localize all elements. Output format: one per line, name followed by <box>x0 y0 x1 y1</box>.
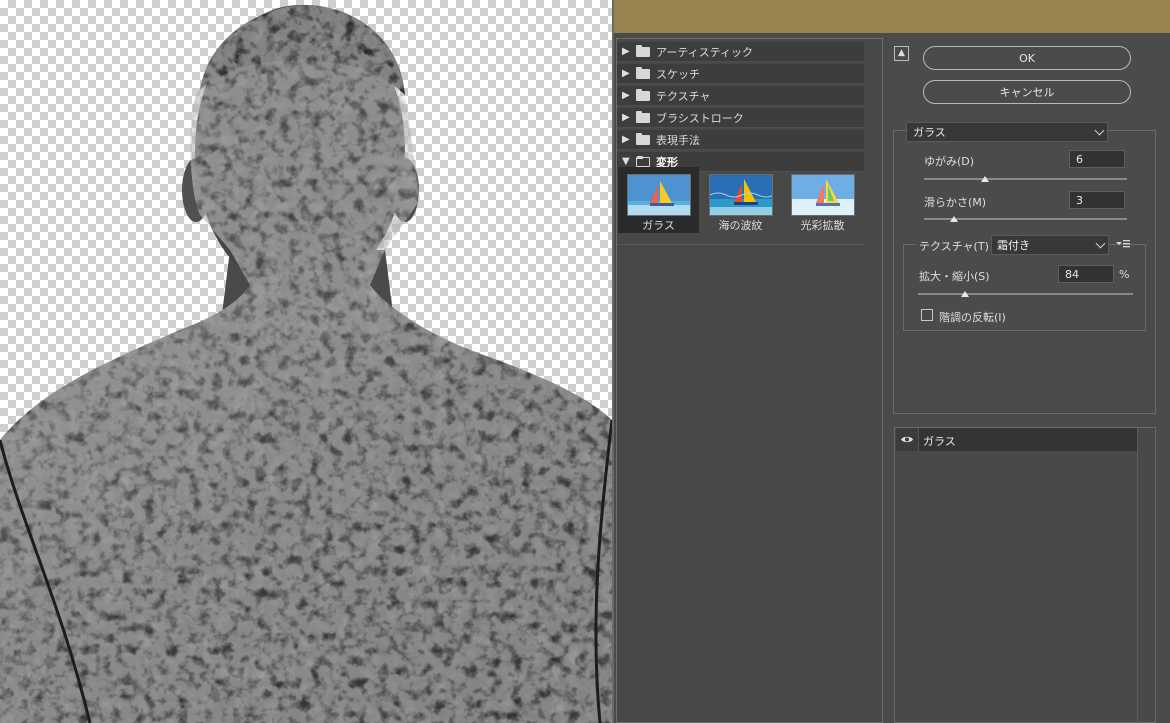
expand-triangle-icon: ▶ <box>622 68 630 79</box>
chevron-down-icon <box>1095 238 1106 249</box>
preview-figure-image <box>0 5 612 723</box>
distortion-slider-track[interactable] <box>924 178 1127 180</box>
folder-icon <box>636 132 650 145</box>
scaling-unit: % <box>1119 268 1130 281</box>
folder-sketch[interactable]: ▶ スケッチ <box>617 64 864 84</box>
eye-icon <box>901 436 913 443</box>
folder-stylize[interactable]: ▶ 表現手法 <box>617 130 864 150</box>
toggle-gallery-button[interactable]: ▲ <box>894 46 909 61</box>
filter-thumb-label: 海の波紋 <box>718 219 763 232</box>
cancel-button[interactable]: キャンセル <box>923 80 1131 104</box>
smoothness-input[interactable]: 3 <box>1069 191 1125 209</box>
smoothness-label: 滑らかさ(M) <box>924 196 987 209</box>
filter-thumb-diffuse-glow[interactable]: 光彩拡散 <box>782 167 863 233</box>
scaling-label: 拡大・縮小(S) <box>919 270 990 283</box>
folder-label: スケッチ <box>656 67 700 81</box>
filter-thumb-glass[interactable]: ガラス <box>618 167 699 233</box>
scaling-value: 84 <box>1065 267 1079 281</box>
distortion-label: ゆがみ(D) <box>924 155 975 168</box>
folder-texture[interactable]: ▶ テクスチャ <box>617 86 864 106</box>
scaling-input[interactable]: 84 <box>1058 265 1114 283</box>
layers-scroll-divider <box>1137 428 1138 723</box>
folder-artistic[interactable]: ▶ アーティスティック <box>617 42 864 62</box>
texture-menu-icon[interactable] <box>1115 238 1131 250</box>
filter-thumb-ocean-ripple[interactable]: 海の波紋 <box>700 167 781 233</box>
distortion-input[interactable]: 6 <box>1069 150 1125 168</box>
ok-button[interactable]: OK <box>923 46 1131 70</box>
folder-icon <box>636 110 650 123</box>
filter-select-dropdown[interactable]: ガラス <box>906 122 1108 142</box>
filter-thumbnail-image <box>709 174 773 216</box>
texture-label: テクスチャ(T) : <box>916 238 1000 254</box>
smoothness-value: 3 <box>1076 193 1083 207</box>
folder-label: アーティスティック <box>656 45 754 59</box>
expand-triangle-icon: ▶ <box>622 46 630 57</box>
folder-brush-strokes[interactable]: ▶ ブラシストローク <box>617 108 864 128</box>
invert-checkbox[interactable] <box>921 309 933 321</box>
dialog-title-bar <box>612 0 1170 33</box>
scaling-slider-track[interactable] <box>918 293 1133 295</box>
expand-triangle-icon: ▶ <box>622 112 630 123</box>
texture-select-value: 霜付き <box>997 239 1030 252</box>
open-folder-icon <box>636 155 650 167</box>
folder-icon <box>636 44 650 57</box>
chevron-down-icon <box>1094 125 1105 136</box>
folder-label: 表現手法 <box>656 133 700 147</box>
expand-triangle-icon: ▶ <box>622 134 630 145</box>
collapse-triangle-icon: ▼ <box>622 156 630 167</box>
folder-icon <box>636 66 650 79</box>
expand-triangle-icon: ▶ <box>622 90 630 101</box>
layer-visibility-toggle[interactable] <box>896 428 919 451</box>
filter-thumb-label: 光彩拡散 <box>800 219 845 232</box>
gallery-divider <box>617 244 864 245</box>
collapse-chevron-icon: ▲ <box>898 48 905 58</box>
effect-layers-panel <box>894 427 1156 723</box>
effect-layer-label: ガラス <box>923 435 956 448</box>
scaling-slider-thumb[interactable] <box>961 291 970 297</box>
smoothness-slider-thumb[interactable] <box>950 216 959 222</box>
filter-thumbnail-image <box>791 174 855 216</box>
folder-label: ブラシストローク <box>656 111 744 125</box>
folder-label: テクスチャ <box>656 89 711 103</box>
texture-select-dropdown[interactable]: 霜付き <box>991 235 1109 255</box>
folder-icon <box>636 88 650 101</box>
filter-thumb-label: ガラス <box>642 219 675 232</box>
filter-thumbnail-image <box>627 174 691 216</box>
distortion-value: 6 <box>1076 152 1083 166</box>
distortion-slider-thumb[interactable] <box>980 176 989 182</box>
invert-label: 階調の反転(I) <box>939 311 1006 324</box>
filter-preview-canvas[interactable] <box>0 0 612 723</box>
filter-select-value: ガラス <box>913 126 946 139</box>
